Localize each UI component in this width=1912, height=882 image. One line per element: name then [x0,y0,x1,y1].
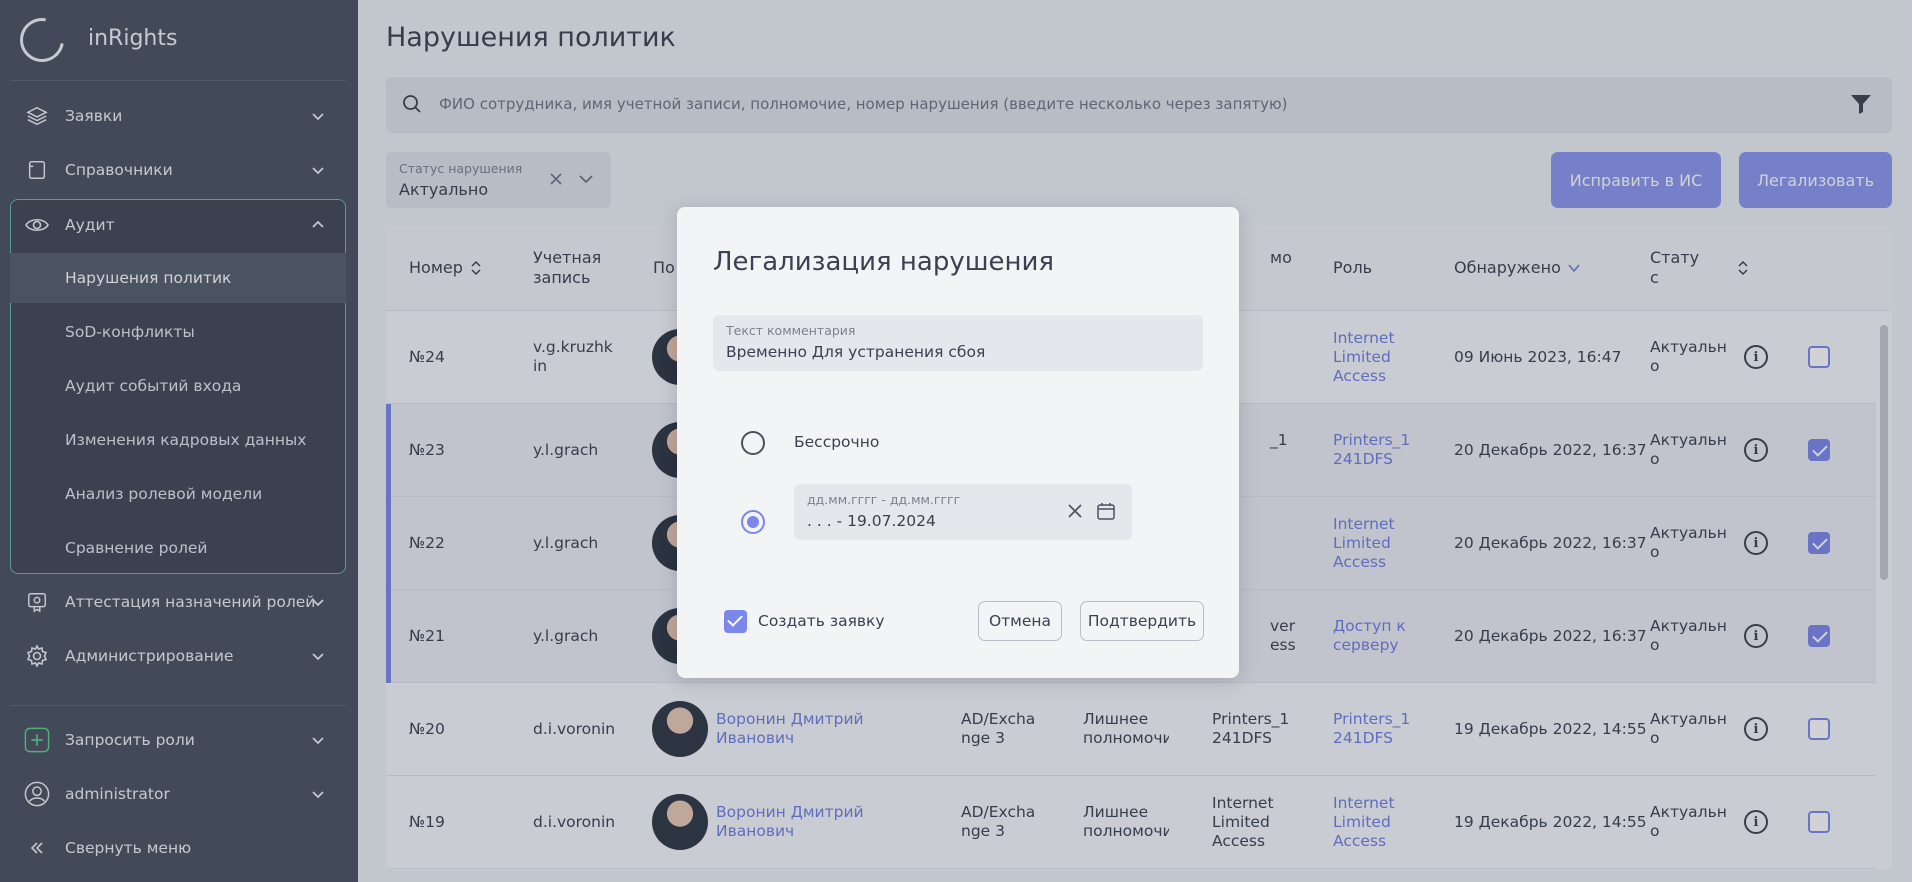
radio-date-range[interactable] [741,510,765,534]
date-range-label: дд.мм.гггг - дд.мм.гггг [807,492,961,507]
radio-forever-label: Бессрочно [794,433,880,451]
create-request-checkbox[interactable] [724,610,747,633]
clear-icon[interactable] [1066,502,1084,524]
confirm-button[interactable]: Подтвердить [1080,601,1204,641]
date-range-value: . . . - 19.07.2024 [807,512,936,530]
radio-forever[interactable] [741,431,765,455]
date-range-input[interactable]: дд.мм.гггг - дд.мм.гггг . . . - 19.07.20… [794,484,1132,540]
cancel-button[interactable]: Отмена [978,601,1062,641]
create-request-label: Создать заявку [758,612,885,630]
comment-value: Временно Для устранения сбоя [726,343,986,361]
comment-field[interactable]: Текст комментария Временно Для устранени… [713,315,1203,371]
legalization-modal: Легализация нарушения Текст комментария … [677,207,1239,678]
comment-label: Текст комментария [726,323,856,338]
modal-title: Легализация нарушения [713,247,1055,277]
calendar-icon[interactable] [1096,501,1116,525]
